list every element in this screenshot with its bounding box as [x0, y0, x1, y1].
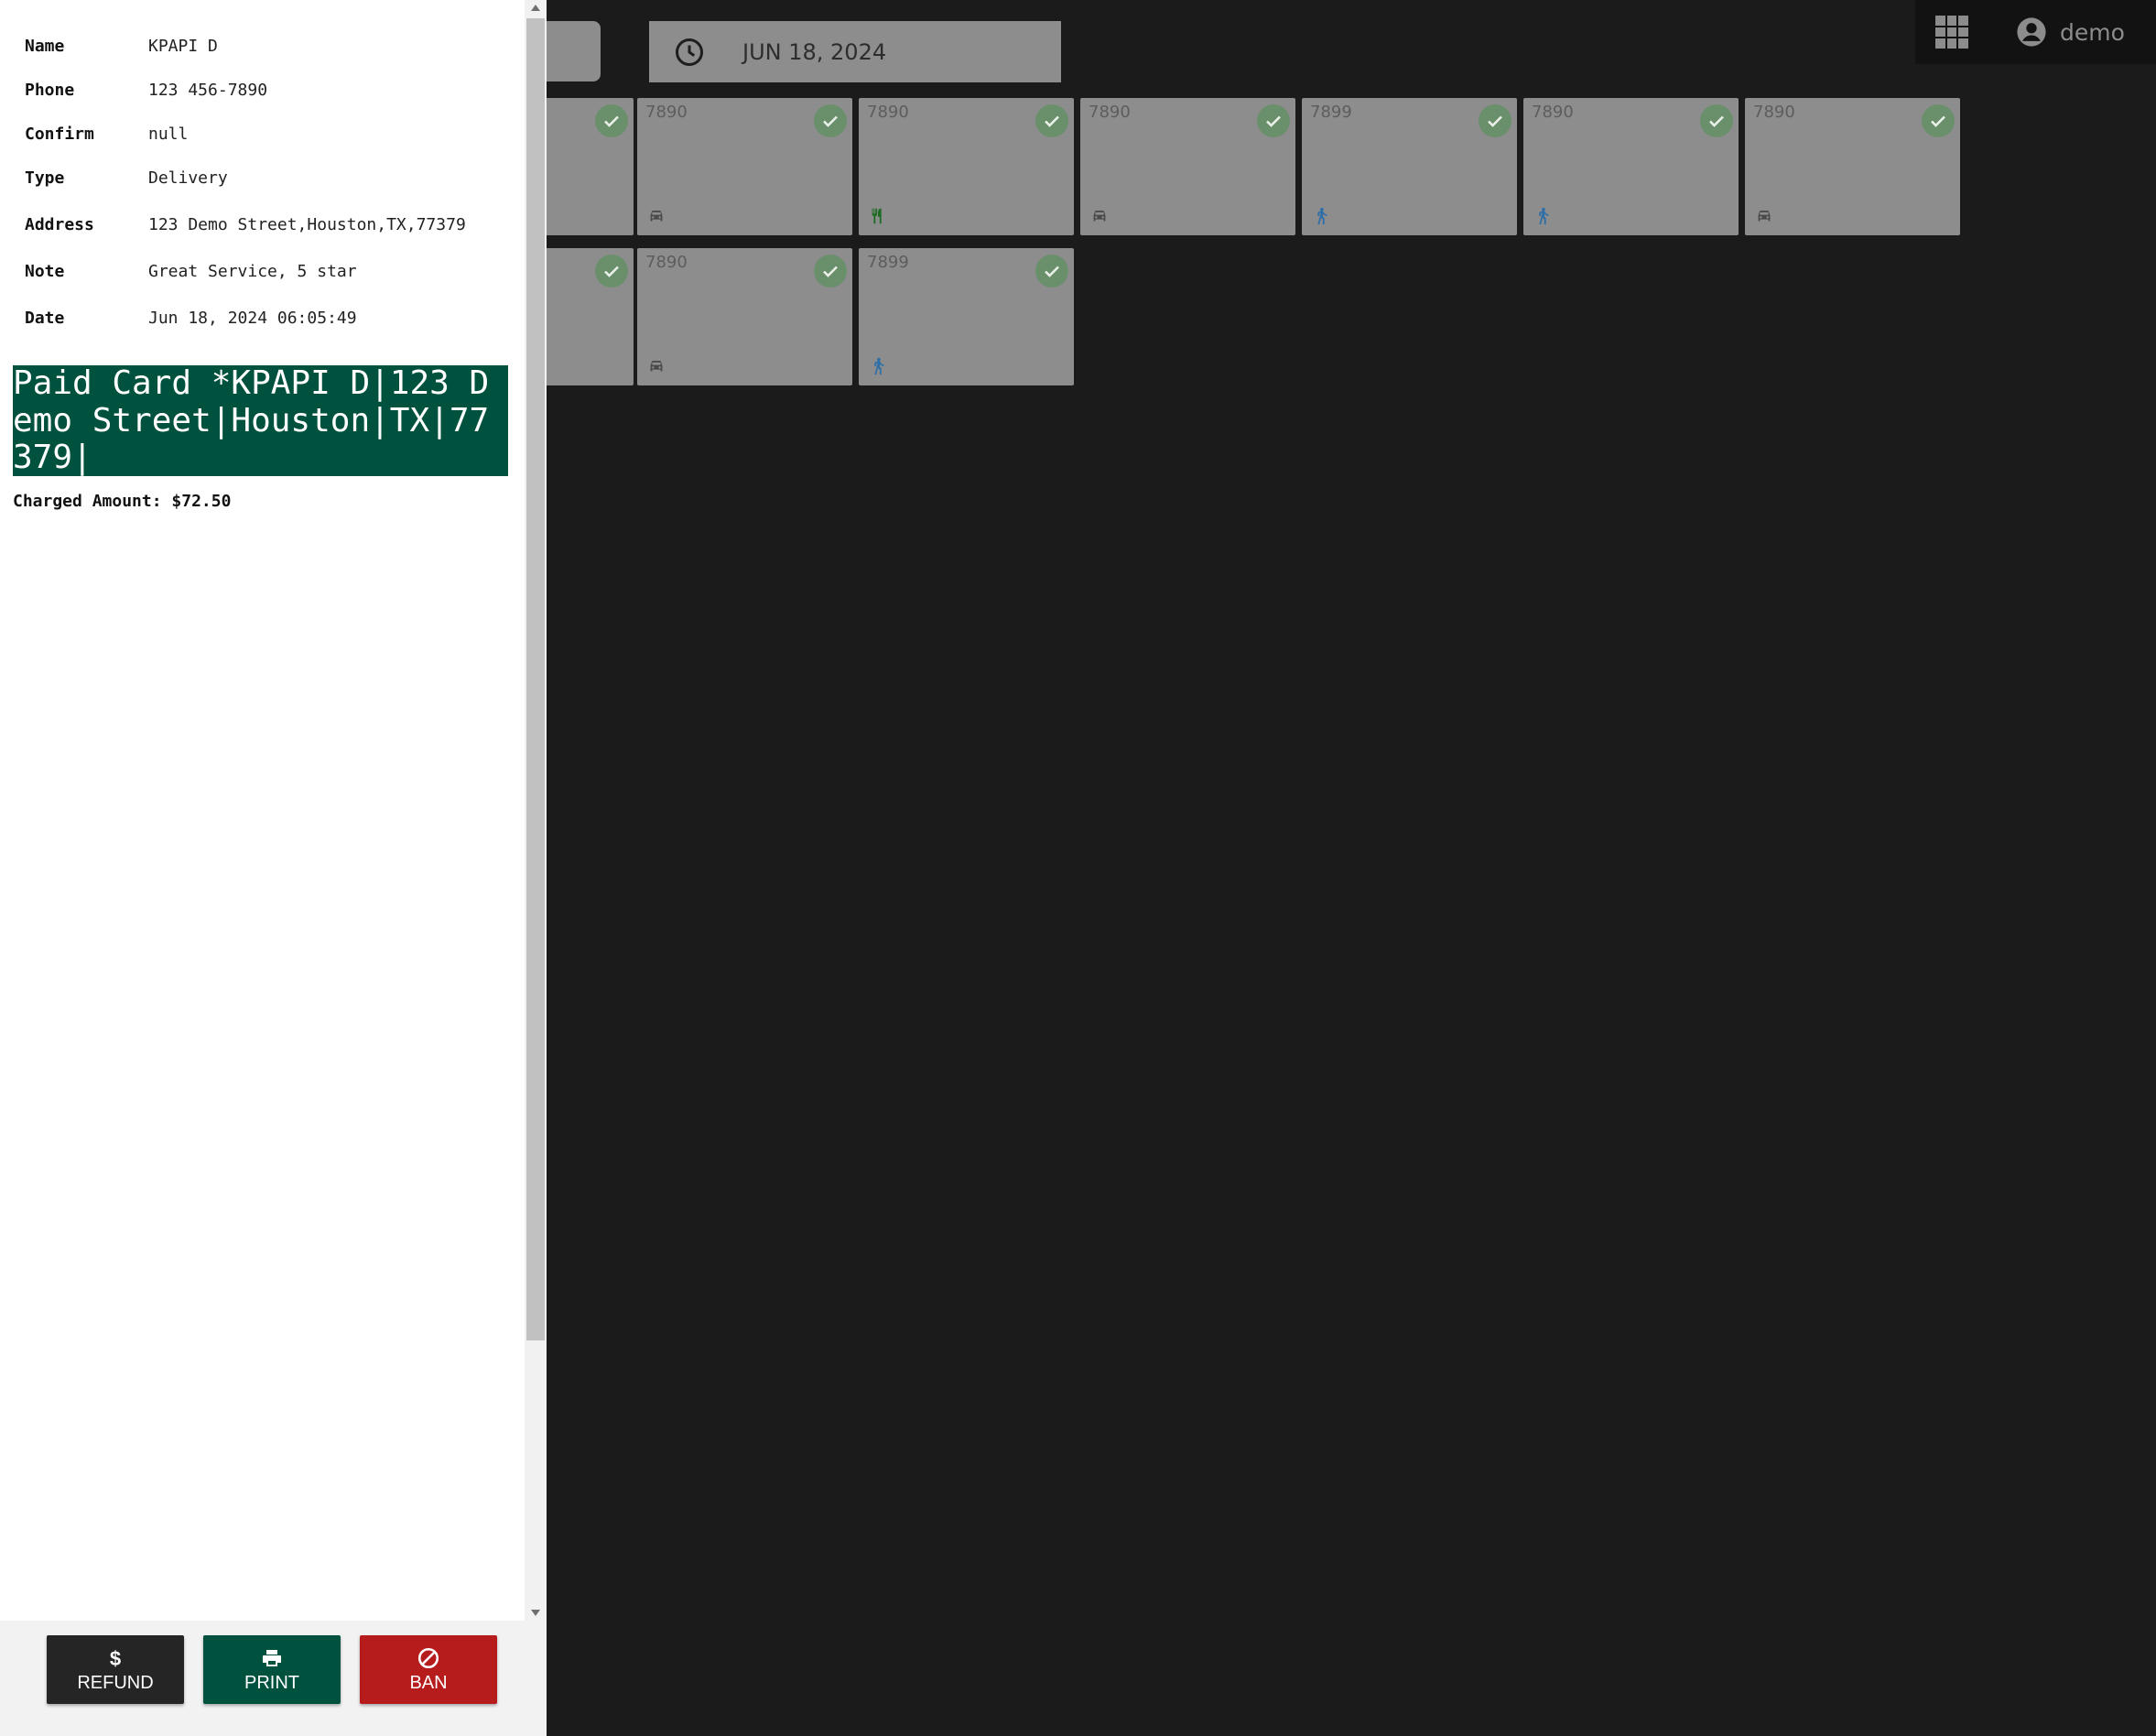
date-value: Jun 18, 2024 06:05:49 [148, 309, 357, 328]
order-number: 7890 [645, 103, 688, 122]
note-row: Note Great Service, 5 star [25, 262, 357, 281]
clock-icon [673, 36, 706, 69]
order-card[interactable]: 7890 [1080, 98, 1295, 235]
type-value: Delivery [148, 168, 228, 188]
check-circle-icon [1257, 104, 1290, 137]
apps-grid-icon[interactable] [1935, 16, 1968, 49]
drawer-content: Name KPAPI D Phone 123 456-7890 Confirm … [0, 0, 525, 1621]
car-icon [646, 356, 666, 376]
phone-label: Phone [25, 81, 75, 100]
walking-person-icon [868, 356, 888, 376]
fork-knife-icon [868, 206, 888, 226]
type-row: Type Delivery [25, 168, 228, 188]
date-picker[interactable]: JUN 18, 2024 [649, 21, 1061, 82]
order-card[interactable]: 7890 [1523, 98, 1739, 235]
order-card[interactable]: 7890 [637, 98, 852, 235]
refund-button[interactable]: $ REFUND [47, 1635, 184, 1704]
account-circle-icon[interactable] [2016, 16, 2047, 48]
order-card[interactable]: 7890 [859, 98, 1074, 235]
svg-text:$: $ [110, 1647, 121, 1669]
scroll-up-arrow-icon[interactable] [531, 5, 540, 11]
car-icon [1089, 206, 1110, 226]
drawer-scrollbar[interactable] [525, 0, 547, 1621]
type-label: Type [25, 168, 65, 188]
order-number: 7890 [1089, 103, 1131, 122]
dollar-icon: $ [108, 1645, 123, 1671]
order-number: 7890 [1532, 103, 1574, 122]
user-name[interactable]: demo [2060, 19, 2125, 46]
address-value: 123 Demo Street,Houston,TX,77379 [148, 215, 466, 234]
order-card[interactable]: 7890 [637, 248, 852, 385]
phone-value: 123 456-7890 [148, 81, 268, 100]
note-label: Note [25, 262, 65, 281]
walking-person-icon [1311, 206, 1331, 226]
phone-row: Phone 123 456-7890 [25, 81, 267, 100]
refund-label: REFUND [77, 1673, 154, 1693]
charged-amount: Charged Amount: $72.50 [13, 492, 232, 511]
selected-date: JUN 18, 2024 [742, 38, 887, 65]
order-number: 7899 [1310, 103, 1352, 122]
check-circle-icon [814, 104, 847, 137]
order-number: 7899 [867, 253, 909, 272]
check-circle-icon [1922, 104, 1955, 137]
order-detail-drawer: Name KPAPI D Phone 123 456-7890 Confirm … [0, 0, 547, 1736]
order-card[interactable]: 7890 [1745, 98, 1960, 235]
note-value: Great Service, 5 star [148, 262, 357, 281]
date-row: Date Jun 18, 2024 06:05:49 [25, 309, 357, 328]
order-card[interactable]: 7899 [859, 248, 1074, 385]
address-row: Address 123 Demo Street,Houston,TX,77379 [25, 215, 466, 234]
confirm-value: null [148, 125, 189, 144]
check-circle-icon [595, 104, 628, 137]
confirm-label: Confirm [25, 125, 94, 144]
print-button[interactable]: PRINT [203, 1635, 341, 1704]
check-circle-icon [595, 255, 628, 288]
check-circle-icon [1035, 255, 1068, 288]
order-card[interactable]: 7899 [1302, 98, 1517, 235]
confirm-row: Confirm null [25, 125, 188, 144]
scroll-down-arrow-icon[interactable] [531, 1610, 540, 1616]
car-icon [1754, 206, 1774, 226]
check-circle-icon [1479, 104, 1511, 137]
ban-button[interactable]: BAN [360, 1635, 497, 1704]
print-label: PRINT [244, 1673, 299, 1693]
ban-label: BAN [409, 1673, 448, 1693]
check-circle-icon [1035, 104, 1068, 137]
name-value: KPAPI D [148, 37, 218, 56]
printer-icon [260, 1645, 284, 1671]
order-number: 7890 [867, 103, 909, 122]
scrollbar-thumb[interactable] [526, 18, 545, 1340]
car-icon [646, 206, 666, 226]
top-bar: demo [1915, 0, 2156, 64]
check-circle-icon [1700, 104, 1733, 137]
order-number: 7890 [1753, 103, 1795, 122]
receipt-preview: Paid Card *KPAPI D|123 Demo Street|Houst… [13, 365, 508, 476]
name-row: Name KPAPI D [25, 37, 218, 56]
order-number: 7890 [645, 253, 688, 272]
name-label: Name [25, 37, 65, 56]
drawer-actions: $ REFUND PRINT BAN [0, 1621, 547, 1736]
check-circle-icon [814, 255, 847, 288]
address-label: Address [25, 215, 94, 234]
date-label: Date [25, 309, 65, 328]
walking-person-icon [1533, 206, 1553, 226]
block-icon [417, 1645, 440, 1671]
